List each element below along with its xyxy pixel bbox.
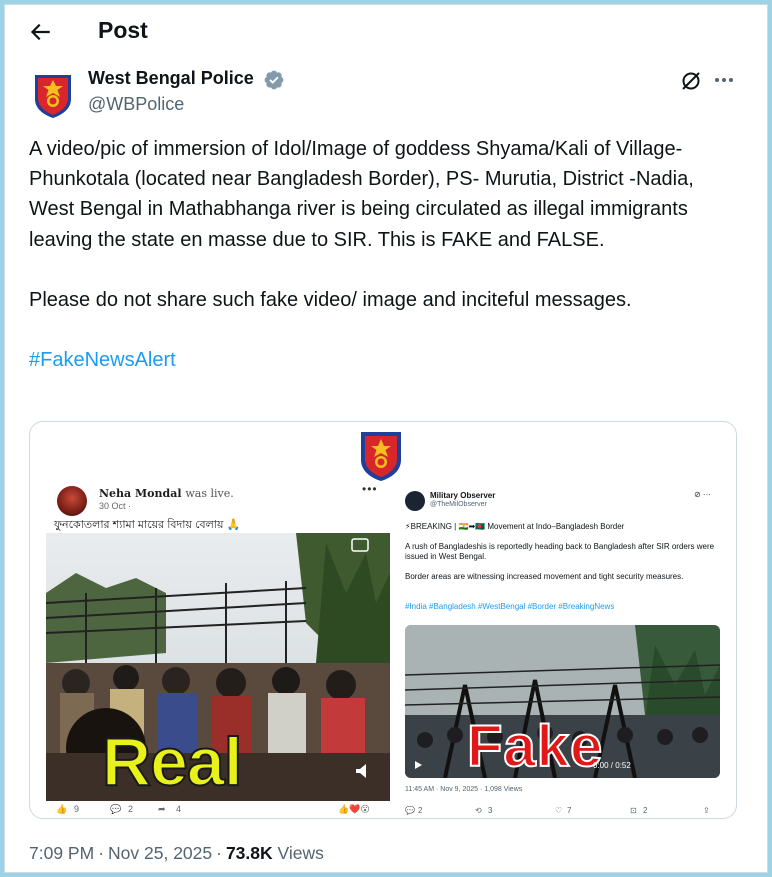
poster-name: Neha Mondal was live. bbox=[99, 487, 234, 500]
tweet-paragraph: Please do not share such fake video/ ima… bbox=[29, 288, 632, 311]
post-line: A rush of Bangladeshis is reportedly hea… bbox=[405, 542, 715, 561]
views-count: 73.8K bbox=[225, 843, 273, 863]
arrow-left-icon[interactable] bbox=[27, 19, 53, 45]
avatar[interactable] bbox=[29, 71, 77, 119]
tweet-text: A video/pic of immersion of Idol/Image o… bbox=[29, 134, 739, 375]
post-time[interactable]: 7:09 PM bbox=[29, 843, 94, 863]
post-hashtags: #India #Bangladesh #WestBengal #Border #… bbox=[405, 602, 615, 611]
fake-post-screenshot: Military Observer @TheMilObserver ⊘ ··· … bbox=[396, 484, 722, 818]
video-time: 0:00 / 0:52 bbox=[593, 761, 631, 770]
repost-icon: ⟲ bbox=[475, 806, 482, 815]
reply-icon: 💬 bbox=[405, 806, 415, 815]
more-options-icon: ⊘ ··· bbox=[694, 490, 711, 499]
crowd-photo: Real bbox=[46, 533, 390, 801]
top-bar: Post bbox=[5, 5, 767, 57]
post-headline: ⚡BREAKING | 🇮🇳➡🇧🇩 Movement at Indo–Bangl… bbox=[405, 522, 625, 531]
fake-label: Fake bbox=[466, 713, 604, 778]
post-line: Border areas are witnessing increased mo… bbox=[405, 572, 684, 581]
hashtag-link[interactable]: #FakeNewsAlert bbox=[29, 349, 176, 371]
avatar bbox=[405, 491, 425, 511]
police-emblem-icon bbox=[361, 432, 401, 481]
views-label: Views bbox=[277, 843, 324, 863]
like-icon: 👍 bbox=[56, 804, 68, 814]
real-post-screenshot: Neha Mondal was live. 30 Oct · ••• ফুনকো… bbox=[46, 482, 390, 818]
reaction-bar: 👍 9 💬 2 ➦ 4 👍❤️😮 bbox=[56, 804, 370, 814]
post-date[interactable]: Nov 25, 2025 bbox=[108, 843, 212, 863]
tweet-paragraph: A video/pic of immersion of Idol/Image o… bbox=[29, 138, 694, 251]
more-options-icon: ••• bbox=[362, 482, 378, 496]
more-options-icon[interactable] bbox=[711, 67, 737, 93]
bookmark-icon: ⊡ bbox=[630, 806, 637, 815]
post-date: 30 Oct · bbox=[99, 501, 132, 511]
share-icon: ➦ bbox=[158, 804, 166, 814]
poster-name: Military Observer bbox=[430, 491, 496, 500]
avatar bbox=[57, 486, 87, 516]
post-metadata: 7:09 PM · Nov 25, 2025 · 73.8K Views bbox=[29, 843, 324, 863]
author-name[interactable]: West Bengal Police bbox=[88, 68, 254, 89]
poster-handle: @TheMilObserver bbox=[430, 501, 487, 508]
real-label: Real bbox=[101, 723, 244, 801]
grok-icon[interactable] bbox=[679, 69, 703, 93]
author-handle[interactable]: @WBPolice bbox=[88, 94, 184, 115]
video-thumbnail: Fake 0:00 / 0:52 bbox=[405, 625, 720, 778]
reactions-icon: 👍❤️😮 bbox=[338, 804, 370, 814]
post-page: Post West Bengal Police @WBPolice A vide… bbox=[4, 4, 768, 873]
post-meta: 11:45 AM · Nov 9, 2025 · 1,098 Views bbox=[405, 786, 523, 793]
attached-image[interactable]: Neha Mondal was live. 30 Oct · ••• ফুনকো… bbox=[29, 421, 737, 819]
share-icon: ⇪ bbox=[703, 806, 710, 815]
page-title: Post bbox=[98, 17, 148, 43]
like-icon: ♡ bbox=[555, 806, 563, 815]
verified-badge-icon bbox=[264, 70, 284, 90]
comment-icon: 💬 bbox=[110, 804, 122, 814]
